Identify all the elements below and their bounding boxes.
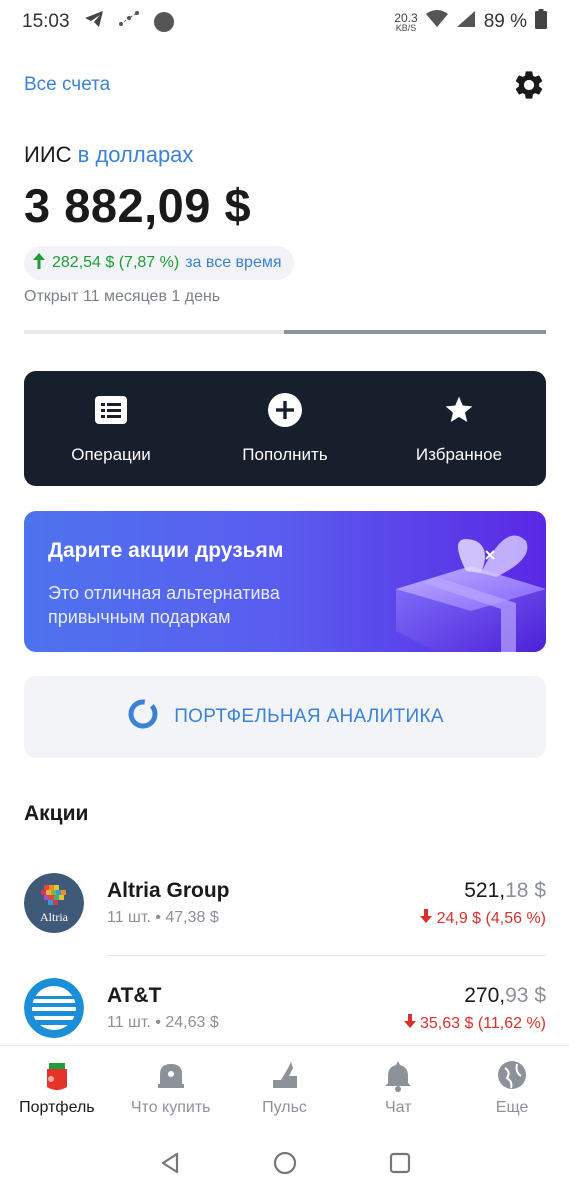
stocks-section-title: Акции [24, 802, 89, 825]
price-decimal: 93 $ [505, 983, 546, 1007]
promo-title: Дарите акции друзьям [48, 539, 284, 562]
stock-info: Altria Group 11 шт. • 47,38 $ [107, 879, 230, 927]
nav-pulse-label: Пульс [262, 1098, 307, 1116]
operations-button[interactable]: Операции [24, 371, 198, 486]
gain-value: 282,54 $ (7,87 %) [52, 254, 180, 271]
operations-label: Операции [71, 444, 151, 464]
net-speed-value: 20.3 [394, 10, 418, 25]
signal-icon [456, 10, 476, 34]
back-icon[interactable] [158, 1151, 182, 1180]
gain-period[interactable]: за все время [185, 254, 281, 272]
gear-icon[interactable] [511, 67, 547, 103]
stock-info: AT&T 11 шт. • 24,63 $ [107, 984, 219, 1032]
nav-chat-label: Чат [385, 1098, 412, 1116]
stock-values: 521,18 $ 24,9 $ (4,56 %) [420, 879, 546, 928]
nav-more[interactable]: Еще [455, 1046, 569, 1127]
favorites-button[interactable]: Избранное [372, 371, 546, 486]
promo-subtitle: Это отличная альтернатива привычным пода… [48, 583, 280, 627]
telegram-icon [84, 10, 104, 34]
chat-bell-icon [380, 1057, 416, 1093]
battery-icon [535, 9, 547, 35]
portfolio-analytics-label: ПОРТФЕЛЬНАЯ АНАЛИТИКА [174, 706, 444, 727]
promo-banner[interactable]: Дарите акции друзьям Это отличная альтер… [24, 511, 546, 652]
account-title[interactable]: ИИС в долларах [24, 142, 193, 168]
stock-change: 35,63 $ (11,62 %) [403, 1013, 546, 1033]
portfolio-analytics-button[interactable]: ПОРТФЕЛЬНАЯ АНАЛИТИКА [24, 676, 546, 758]
stock-name: AT&T [107, 984, 162, 1007]
gift-box-icon [396, 535, 546, 652]
nav-pulse[interactable]: Пульс [228, 1046, 342, 1127]
altria-logo: Altria [24, 873, 84, 933]
battery-percent: 89 % [483, 11, 527, 32]
pulse-icon [266, 1057, 302, 1093]
list-icon [94, 393, 128, 427]
top-up-button[interactable]: Пополнить [198, 371, 372, 486]
account-type: ИИС [24, 142, 72, 167]
altria-logo-text: Altria [40, 910, 69, 924]
price-main: 521, [464, 878, 506, 902]
stock-row-altria[interactable]: Altria Altria Group 11 шт. • 47,38 $ 521… [24, 868, 546, 938]
account-currency-link[interactable]: в долларах [78, 142, 194, 167]
nav-chat[interactable]: Чат [341, 1046, 455, 1127]
row-divider [107, 955, 546, 956]
net-speed-unit: KB/S [395, 22, 417, 33]
stock-price: 521,18 $ [420, 879, 546, 903]
notification-dot-icon [153, 12, 174, 32]
nav-portfolio[interactable]: Портфель [0, 1046, 114, 1127]
all-accounts-link[interactable]: Все счета [24, 74, 110, 96]
gain-pill[interactable]: 282,54 $ (7,87 %) за все время [24, 246, 294, 280]
top-up-label: Пополнить [242, 444, 328, 464]
arrow-down-icon [403, 1013, 416, 1028]
wifi-icon [425, 10, 448, 34]
nav-what-to-buy[interactable]: Что купить [114, 1046, 228, 1127]
account-opened-text: Открыт 11 месяцев 1 день [24, 288, 221, 305]
stock-price: 270,93 $ [404, 984, 546, 1008]
net-speed: 20.3 KB/S [394, 12, 417, 33]
status-bar: 15:03 20.3 KB/S 89 % [0, 0, 569, 44]
account-balance: 3 882,09 $ [24, 179, 252, 232]
att-globe-logo [24, 978, 84, 1038]
arrow-up-icon [32, 252, 46, 274]
nav-what-to-buy-label: Что купить [130, 1098, 211, 1116]
stock-quantity: 11 шт. • 24,63 $ [107, 1014, 219, 1031]
analytics-ring-icon [126, 697, 160, 737]
system-nav [0, 1135, 569, 1195]
favorites-label: Избранное [415, 444, 503, 464]
page-indicator-active [284, 330, 546, 334]
price-decimal: 18 $ [505, 878, 546, 902]
constellation-icon [118, 10, 140, 34]
stock-change-value: 24,9 $ (4,56 %) [436, 909, 546, 927]
stock-row-att[interactable]: AT&T 11 шт. • 24,63 $ 270,93 $ 35,63 $ (… [24, 973, 546, 1043]
nav-portfolio-label: Портфель [19, 1098, 95, 1116]
top-row: Все счета [24, 66, 547, 104]
status-time: 15:03 [22, 11, 70, 32]
arrow-down-icon [420, 908, 433, 923]
home-icon[interactable] [272, 1150, 298, 1181]
actions-card: Операции Пополнить Избранное [24, 371, 546, 486]
portfolio-icon [39, 1057, 75, 1093]
nav-more-label: Еще [495, 1098, 529, 1116]
what-to-buy-icon [153, 1057, 189, 1093]
bottom-nav: Портфель Что купить Пульс Чат Еще [0, 1045, 569, 1127]
star-icon [442, 393, 476, 427]
stock-change: 24,9 $ (4,56 %) [420, 908, 546, 928]
stock-name: Altria Group [107, 879, 230, 902]
stock-values: 270,93 $ 35,63 $ (11,62 %) [403, 984, 546, 1033]
stock-quantity: 11 шт. • 47,38 $ [107, 909, 219, 926]
recents-icon[interactable] [388, 1151, 412, 1180]
more-globe-icon [494, 1057, 530, 1093]
plus-circle-icon [268, 392, 302, 427]
price-main: 270, [464, 983, 506, 1007]
stock-change-value: 35,63 $ (11,62 %) [419, 1014, 546, 1032]
